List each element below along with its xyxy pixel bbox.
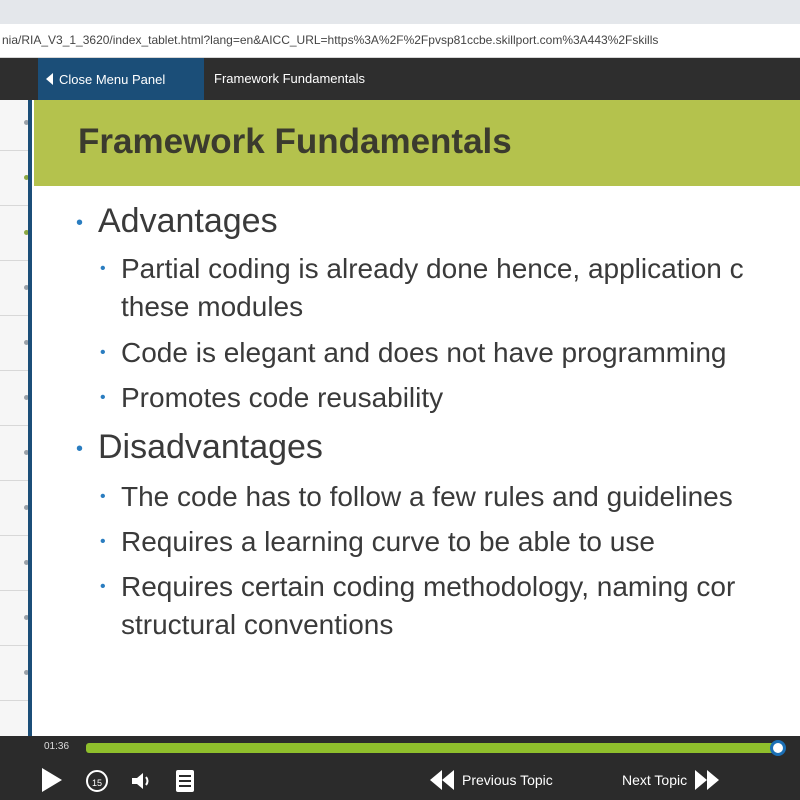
close-menu-panel-label: Close Menu Panel bbox=[59, 71, 166, 87]
list-item: Partial coding is already done hence, ap… bbox=[121, 253, 744, 284]
bullet-icon: • bbox=[100, 578, 106, 595]
transcript-icon[interactable] bbox=[176, 770, 194, 792]
menu-item[interactable] bbox=[0, 430, 29, 481]
next-topic-button[interactable]: Next Topic bbox=[622, 766, 742, 794]
bullet-icon: • bbox=[100, 260, 106, 277]
browser-tab-strip bbox=[0, 0, 800, 24]
close-menu-panel-button[interactable]: Close Menu Panel bbox=[38, 58, 204, 100]
slide-title: Framework Fundamentals bbox=[78, 122, 512, 161]
progress-bar[interactable] bbox=[86, 743, 778, 753]
play-icon[interactable] bbox=[42, 768, 62, 792]
replay-seconds: 15 bbox=[91, 778, 102, 788]
bullet-icon: • bbox=[100, 344, 106, 361]
list-item: The code has to follow a few rules and g… bbox=[121, 481, 733, 512]
slide-body: • Advantages • Partial coding is already… bbox=[34, 186, 800, 736]
list-item: Requires a learning curve to be able to … bbox=[121, 526, 655, 557]
double-chevron-left-icon bbox=[430, 770, 454, 790]
menu-panel-divider bbox=[28, 100, 32, 740]
player-controls: 01:36 15 Previous Topic Next Topic bbox=[0, 736, 800, 800]
progress-knob[interactable] bbox=[770, 740, 786, 756]
section-heading: Disadvantages bbox=[98, 428, 323, 466]
list-item: Requires certain coding methodology, nam… bbox=[121, 571, 736, 602]
menu-item[interactable] bbox=[0, 595, 29, 646]
next-topic-label: Next Topic bbox=[622, 772, 688, 788]
menu-item[interactable] bbox=[0, 100, 29, 151]
double-chevron-right-icon bbox=[695, 770, 720, 790]
list-item-continuation: these modules bbox=[121, 291, 304, 322]
menu-item[interactable] bbox=[0, 375, 29, 426]
menu-item[interactable] bbox=[0, 320, 29, 371]
previous-topic-label: Previous Topic bbox=[462, 772, 553, 788]
list-item-continuation: structural conventions bbox=[121, 609, 394, 640]
section-heading: Advantages bbox=[98, 202, 278, 240]
player-header: Close Menu Panel Framework Fundamentals bbox=[0, 58, 800, 100]
menu-item[interactable] bbox=[0, 210, 29, 261]
menu-item[interactable] bbox=[0, 485, 29, 536]
menu-panel bbox=[0, 100, 32, 740]
replay-icon[interactable]: 15 bbox=[86, 770, 108, 792]
slide: Framework Fundamentals • Advantages • Pa… bbox=[34, 100, 800, 736]
menu-item[interactable] bbox=[0, 155, 29, 206]
address-bar[interactable]: nia/RIA_V3_1_3620/index_tablet.html?lang… bbox=[0, 24, 800, 58]
menu-panel-list bbox=[0, 100, 29, 740]
course-title: Framework Fundamentals bbox=[214, 71, 365, 86]
elapsed-time: 01:36 bbox=[44, 741, 70, 752]
menu-item[interactable] bbox=[0, 265, 29, 316]
list-item: Code is elegant and does not have progra… bbox=[121, 337, 727, 368]
url-text: nia/RIA_V3_1_3620/index_tablet.html?lang… bbox=[2, 33, 659, 47]
bullet-icon: • bbox=[76, 212, 84, 234]
menu-item[interactable] bbox=[0, 540, 29, 591]
previous-topic-button[interactable]: Previous Topic bbox=[430, 766, 570, 794]
slide-title-band: Framework Fundamentals bbox=[34, 100, 800, 186]
menu-item[interactable] bbox=[0, 650, 29, 701]
list-item: Promotes code reusability bbox=[121, 382, 444, 413]
bullet-icon: • bbox=[100, 533, 106, 550]
chevron-left-icon bbox=[46, 73, 53, 85]
bullet-icon: • bbox=[100, 488, 106, 505]
bullet-icon: • bbox=[76, 438, 84, 460]
volume-icon[interactable] bbox=[130, 770, 154, 798]
bullet-icon: • bbox=[100, 389, 106, 406]
